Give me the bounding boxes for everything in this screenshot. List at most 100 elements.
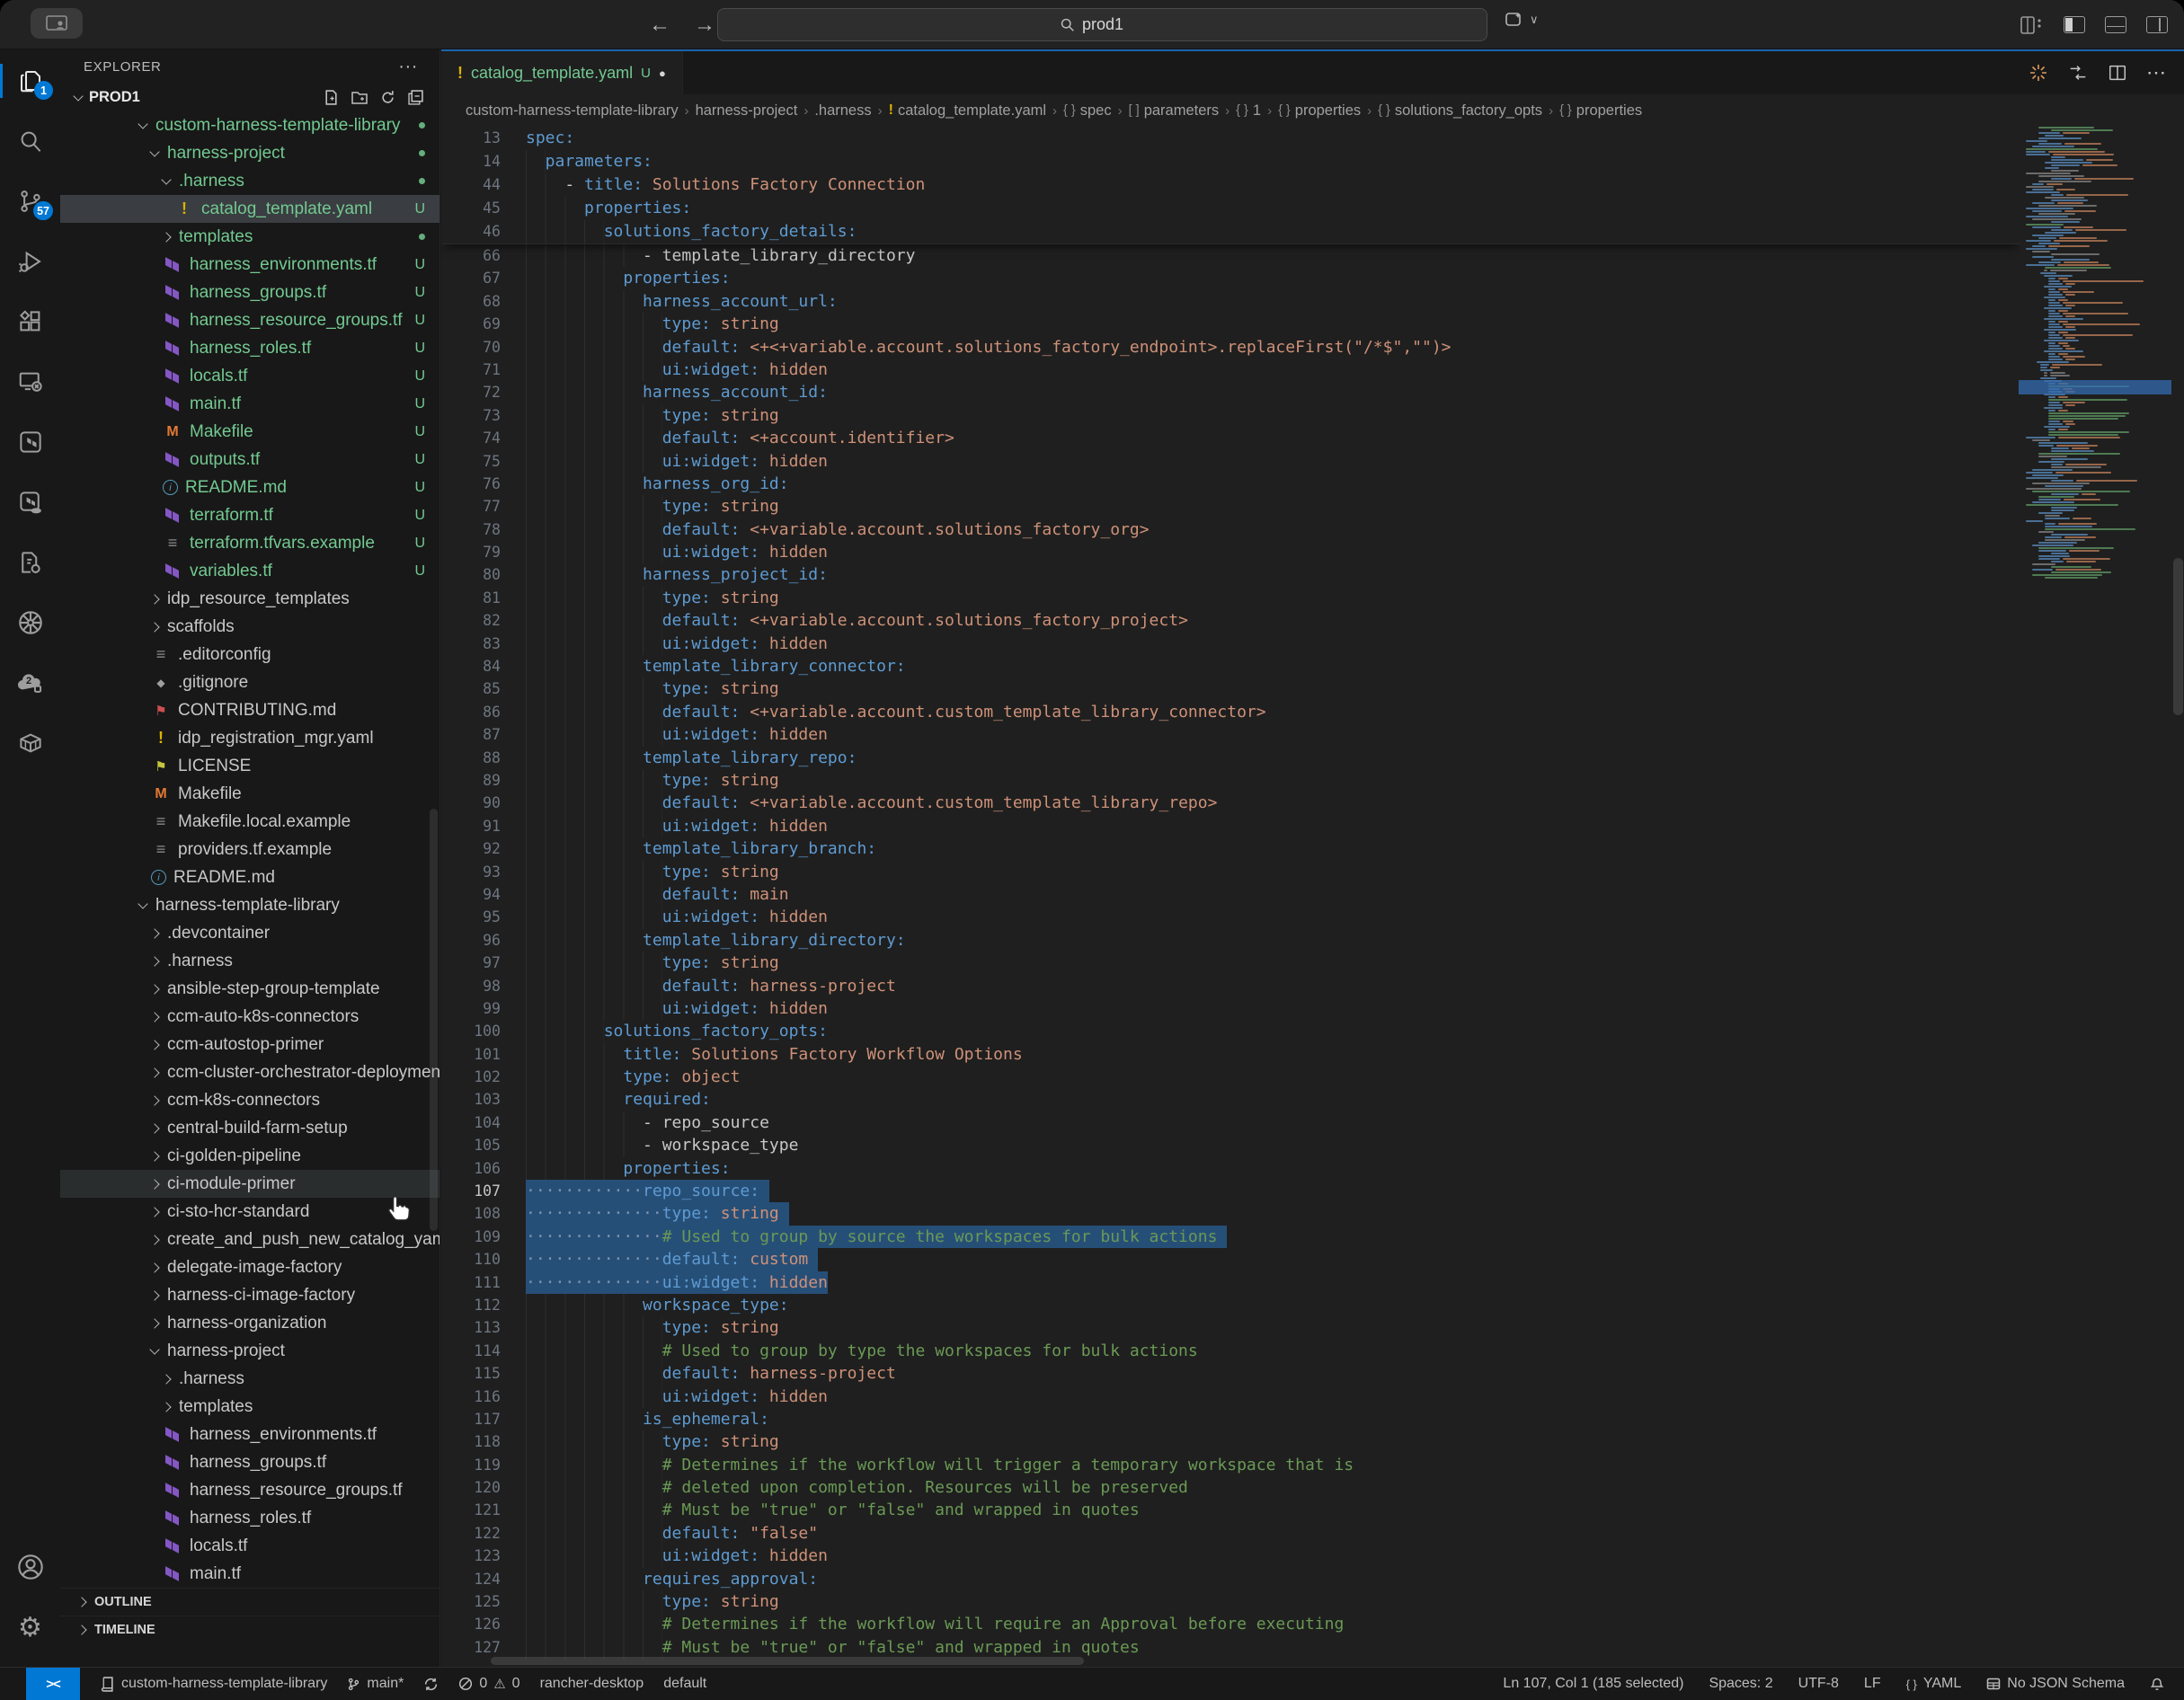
- tree-item-central-build-farm-setup[interactable]: central-build-farm-setup: [60, 1114, 439, 1142]
- code-line-124[interactable]: 124requires_approval:: [441, 1568, 2020, 1590]
- account-icon[interactable]: [0, 1546, 60, 1588]
- tree-item-makefile-local-example[interactable]: ≡Makefile.local.example: [60, 808, 439, 836]
- new-file-icon[interactable]: [324, 90, 339, 105]
- vertical-scrollbar[interactable]: [2173, 558, 2183, 715]
- nav-forward-icon[interactable]: →: [694, 13, 715, 38]
- activity-extensions[interactable]: [0, 301, 60, 342]
- split-editor-icon[interactable]: [2107, 63, 2128, 83]
- code-line-80[interactable]: 80harness_project_id:: [441, 563, 2020, 586]
- code-line-104[interactable]: 104- repo_source: [441, 1111, 2020, 1134]
- code-line-97[interactable]: 97type: string: [441, 952, 2020, 974]
- tree-item-templates[interactable]: templates: [60, 223, 439, 251]
- breadcrumb-item[interactable]: { }spec: [1063, 102, 1112, 120]
- tree-item-harness-resource-groups-tf[interactable]: harness_resource_groups.tf: [60, 1476, 439, 1504]
- code-line-119[interactable]: 119# Determines if the workflow will tri…: [441, 1454, 2020, 1476]
- tree-item-ccm-cluster-orchestrator-deployment[interactable]: ccm-cluster-orchestrator-deployment: [60, 1058, 439, 1086]
- code-line-86[interactable]: 86default: <+variable.account.custom_tem…: [441, 701, 2020, 723]
- tree-item-main-tf[interactable]: main.tfU: [60, 390, 439, 418]
- breadcrumb[interactable]: custom-harness-template-library›harness-…: [441, 94, 2184, 127]
- code-line-98[interactable]: 98default: harness-project: [441, 975, 2020, 997]
- outline-section[interactable]: OUTLINE: [60, 1588, 439, 1616]
- tree-item--harness[interactable]: .harness: [60, 1365, 439, 1393]
- code-line-74[interactable]: 74default: <+account.identifier>: [441, 427, 2020, 449]
- breadcrumb-item[interactable]: custom-harness-template-library: [466, 102, 679, 120]
- code-line-78[interactable]: 78default: <+variable.account.solutions_…: [441, 518, 2020, 541]
- activity-containers[interactable]: [0, 722, 60, 764]
- tree-item-harness-resource-groups-tf[interactable]: harness_resource_groups.tfU: [60, 306, 439, 334]
- code-line-107[interactable]: 107············repo_source:: [441, 1180, 2020, 1202]
- editor-more-icon[interactable]: ⋯: [2146, 61, 2166, 84]
- tree-item-harness-template-library[interactable]: harness-template-library: [60, 891, 439, 919]
- code-line-70[interactable]: 70default: <+<+variable.account.solution…: [441, 336, 2020, 359]
- tree-item-create-and-push-new-catalog-yaml[interactable]: create_and_push_new_catalog_yaml: [60, 1226, 439, 1253]
- sidebar-scrollbar[interactable]: [430, 809, 438, 1231]
- code-line-120[interactable]: 120# deleted upon completion. Resources …: [441, 1476, 2020, 1499]
- code-line-126[interactable]: 126# Determines if the workflow will req…: [441, 1613, 2020, 1635]
- code-line-79[interactable]: 79ui:widget: hidden: [441, 541, 2020, 563]
- code-line-83[interactable]: 83ui:widget: hidden: [441, 633, 2020, 655]
- nav-back-icon[interactable]: ←: [649, 13, 670, 38]
- tree-item-harness-project[interactable]: harness-project: [60, 1337, 439, 1365]
- activity-cloud[interactable]: 2: [0, 662, 60, 704]
- code-line-110[interactable]: 110··············default: custom: [441, 1248, 2020, 1271]
- tree-item-ci-sto-hcr-standard[interactable]: ci-sto-hcr-standard: [60, 1198, 439, 1226]
- open-changes-icon[interactable]: [2067, 63, 2089, 83]
- tree-item-catalog-template-yaml[interactable]: !catalog_template.yamlU: [60, 195, 439, 223]
- language-item[interactable]: { }YAML: [1906, 1676, 1962, 1692]
- explorer-more-icon[interactable]: ···: [398, 57, 418, 77]
- code-line-100[interactable]: 100solutions_factory_opts:: [441, 1020, 2020, 1042]
- code-line-94[interactable]: 94default: main: [441, 883, 2020, 906]
- code-line-113[interactable]: 113type: string: [441, 1316, 2020, 1339]
- remote-indicator[interactable]: ><: [26, 1668, 80, 1700]
- code-line-46[interactable]: 46solutions_factory_details:: [441, 220, 2020, 243]
- tree-item-ci-golden-pipeline[interactable]: ci-golden-pipeline: [60, 1142, 439, 1170]
- toggle-secondary-sidebar-icon[interactable]: [2146, 16, 2168, 33]
- collapse-all-icon[interactable]: [408, 90, 423, 105]
- activity-terraform-cloud[interactable]: [0, 482, 60, 523]
- tree-item-harness-roles-tf[interactable]: harness_roles.tfU: [60, 334, 439, 362]
- tree-item-main-tf[interactable]: main.tf: [60, 1560, 439, 1588]
- customize-layout-icon[interactable]: [2020, 16, 2044, 34]
- code-line-127[interactable]: 127# Must be "true" or "false" and wrapp…: [441, 1636, 2020, 1659]
- code-line-68[interactable]: 68harness_account_url:: [441, 290, 2020, 313]
- tree-item--harness[interactable]: .harness: [60, 947, 439, 975]
- code-line-92[interactable]: 92template_library_branch:: [441, 837, 2020, 860]
- tree-item-harness-groups-tf[interactable]: harness_groups.tfU: [60, 279, 439, 306]
- breadcrumb-item[interactable]: { }1: [1236, 102, 1261, 120]
- repo-status-item[interactable]: custom-harness-template-library: [100, 1676, 327, 1692]
- tree-item--editorconfig[interactable]: ≡.editorconfig: [60, 641, 439, 668]
- refresh-icon[interactable]: [380, 90, 395, 105]
- tree-item-providers-tf-example[interactable]: ≡providers.tf.example: [60, 836, 439, 863]
- settings-gear-icon[interactable]: ⚙: [0, 1607, 60, 1648]
- tree-item-locals-tf[interactable]: locals.tf: [60, 1532, 439, 1560]
- code-line-84[interactable]: 84template_library_connector:: [441, 655, 2020, 677]
- breadcrumb-item[interactable]: !catalog_template.yaml: [889, 102, 1046, 120]
- tree-item-harness-environments-tf[interactable]: harness_environments.tfU: [60, 251, 439, 279]
- tree-item-ccm-autostop-primer[interactable]: ccm-autostop-primer: [60, 1031, 439, 1058]
- tree-item-ci-module-primer[interactable]: ci-module-primer: [60, 1170, 439, 1198]
- activity-explorer[interactable]: 1: [0, 60, 60, 102]
- search-input[interactable]: [1082, 15, 1145, 34]
- tab-catalog-template-yaml[interactable]: ! catalog_template.yaml U ●: [441, 51, 683, 94]
- tree-item-harness-environments-tf[interactable]: harness_environments.tf: [60, 1421, 439, 1448]
- activity-source-control[interactable]: 57: [0, 181, 60, 222]
- harness-run-icon[interactable]: [2028, 62, 2049, 84]
- breadcrumb-item[interactable]: harness-project: [696, 102, 798, 120]
- eol-item[interactable]: LF: [1864, 1676, 1881, 1692]
- code-line-81[interactable]: 81type: string: [441, 587, 2020, 609]
- code-line-75[interactable]: 75ui:widget: hidden: [441, 450, 2020, 473]
- code-line-118[interactable]: 118type: string: [441, 1430, 2020, 1453]
- tree-item-license[interactable]: ⚑LICENSE: [60, 752, 439, 780]
- code-line-88[interactable]: 88template_library_repo:: [441, 747, 2020, 769]
- tree-item-scaffolds[interactable]: scaffolds: [60, 613, 439, 641]
- code-line-67[interactable]: 67properties:: [441, 267, 2020, 289]
- minimap[interactable]: [2020, 127, 2171, 1667]
- tree-item-custom-harness-template-library[interactable]: custom-harness-template-library: [60, 111, 439, 139]
- code-line-116[interactable]: 116ui:widget: hidden: [441, 1386, 2020, 1408]
- breadcrumb-item[interactable]: { }properties: [1278, 102, 1361, 120]
- code-line-125[interactable]: 125type: string: [441, 1590, 2020, 1613]
- code-line-108[interactable]: 108··············type: string: [441, 1202, 2020, 1225]
- command-center-search[interactable]: [717, 8, 1487, 41]
- tab-dirty-dot[interactable]: ●: [659, 66, 666, 80]
- code-line-102[interactable]: 102type: object: [441, 1066, 2020, 1088]
